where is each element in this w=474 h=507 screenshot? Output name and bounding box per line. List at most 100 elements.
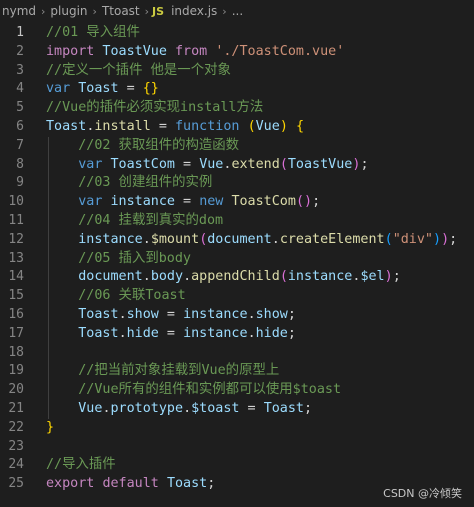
code-token: ) [433,231,442,247]
code-line[interactable]: 19 //把当前对象挂载到Vue的原型上 [0,362,474,381]
code-text: //06 关联Toast [46,287,185,306]
code-token: //把当前对象挂载到Vue的原型上 [46,363,280,379]
code-token: Toast [263,401,304,416]
code-token: Vue [199,156,224,172]
line-number: 11 [8,213,24,228]
code-line[interactable]: 13 //05 插入到body [0,250,474,269]
code-token: var [46,81,71,97]
code-token: $toast [191,401,240,416]
code-text: instance.$mount(document.createElement("… [46,231,457,250]
chevron-right-icon: › [144,4,150,18]
code-token: . [142,231,151,247]
code-line[interactable]: 18 [0,344,474,363]
breadcrumb-item-plugin[interactable]: plugin [48,4,89,18]
code-token: . [247,325,256,341]
code-token: Toast [46,119,87,134]
breadcrumb-item-file[interactable]: index.js [169,4,219,18]
code-text: var ToastCom = Vue.extend(ToastVue); [46,156,368,175]
code-line[interactable]: 2 import ToastVue from './ToastCom.vue' [0,43,474,62]
code-token: . [118,325,127,341]
line-number: 5 [16,100,24,116]
line-number: 9 [16,175,24,191]
code-token: . [183,401,192,416]
code-text: //把当前对象挂载到Vue的原型上 [46,362,279,381]
line-number: 8 [16,156,24,172]
code-line[interactable]: 14 document.body.appendChild(instance.$e… [0,268,474,287]
code-line[interactable]: 1 //01 导入组件 [0,24,474,43]
code-text: //Vue所有的组件和实例都可以使用$toast [46,381,341,400]
code-token: $mount [150,231,200,247]
code-text: //Vue的插件必须实现install方法 [46,99,263,118]
code-token: ; [207,476,216,492]
code-text: //导入插件 [46,456,116,475]
line-number: 20 [8,382,24,398]
code-token: hide [255,325,288,341]
breadcrumb-item-ttoast[interactable]: Ttoast [100,4,142,18]
code-text: import ToastVue from './ToastCom.vue' [46,43,344,62]
code-line[interactable]: 10 var instance = new ToastCom(); [0,193,474,212]
code-token: . [118,307,127,322]
code-line[interactable]: 6 Toast.install = function (Vue) { [0,118,474,137]
code-text: Toast.hide = instance.hide; [46,325,296,344]
code-line[interactable]: 23 [0,438,474,457]
code-token: "div" [392,231,433,247]
code-token: document [207,231,272,247]
code-line[interactable]: 24 //导入插件 [0,456,474,475]
code-token: ; [392,269,401,285]
code-token: ; [312,194,321,210]
line-number: 24 [8,457,24,473]
line-number: 14 [8,269,24,285]
code-line[interactable]: 9 //03 创建组件的实例 [0,174,474,193]
code-editor[interactable]: 1//01 导入组件 2 import ToastVue from './Toast… [0,22,474,492]
code-token: = [158,307,184,322]
code-line[interactable]: 17 Toast.hide = instance.hide; [0,325,474,344]
code-token: = [239,401,264,416]
code-token: instance [110,194,176,210]
breadcrumb: nymd › plugin › Ttoast › JS index.js › .… [0,0,474,22]
line-number: 25 [8,476,24,492]
code-token: //05 插入到body [46,250,191,266]
code-line[interactable]: 20 //Vue所有的组件和实例都可以使用$toast [0,381,474,400]
code-text: //05 插入到body [46,250,191,269]
code-token: appendChild [191,269,280,285]
code-token: instance [78,231,143,247]
code-text: //04 挂载到真实的dom [46,212,223,231]
code-text: } [46,419,54,438]
code-token: import [46,43,95,59]
code-line[interactable]: 8 var ToastCom = Vue.extend(ToastVue); [0,156,474,175]
code-text: export default Toast; [46,475,215,494]
code-line[interactable]: 4 var Toast = {} [0,80,474,99]
code-line[interactable]: 5 //Vue的插件必须实现install方法 [0,99,474,118]
code-token: ( [279,269,288,285]
code-token: show [255,307,288,322]
code-line[interactable]: 15 //06 关联Toast [0,287,474,306]
code-token: document [78,269,143,285]
code-token: var [78,194,103,210]
code-token: ) [304,194,313,210]
code-line[interactable]: 7 //02 获取组件的构造函数 [0,137,474,156]
code-token: function [175,119,240,134]
line-number: 16 [8,307,24,322]
code-line[interactable]: 22} [0,419,474,438]
line-number: 12 [8,231,24,247]
code-token: //Vue所有的组件和实例都可以使用$toast [46,382,342,398]
code-line[interactable]: 16 Toast.show = instance.show; [0,306,474,325]
line-number: 22 [8,419,24,435]
code-token: ( [279,156,288,172]
code-token: from [175,43,208,59]
code-line[interactable]: 12 instance.$mount(document.createElemen… [0,231,474,250]
code-line[interactable]: 21 Vue.prototype.$toast = Toast; [0,400,474,419]
code-token: Vue [78,401,103,416]
code-token: show [126,307,159,322]
breadcrumb-symbol-ellipsis[interactable]: ... [230,4,245,18]
chevron-right-icon: › [92,4,97,18]
code-token: install [94,119,151,134]
line-number: 3 [16,62,24,78]
breadcrumb-item-root[interactable]: nymd [0,4,38,18]
code-line[interactable]: 11 //04 挂载到真实的dom [0,212,474,231]
code-line[interactable]: 3 //定义一个插件 他是一个对象 [0,62,474,81]
